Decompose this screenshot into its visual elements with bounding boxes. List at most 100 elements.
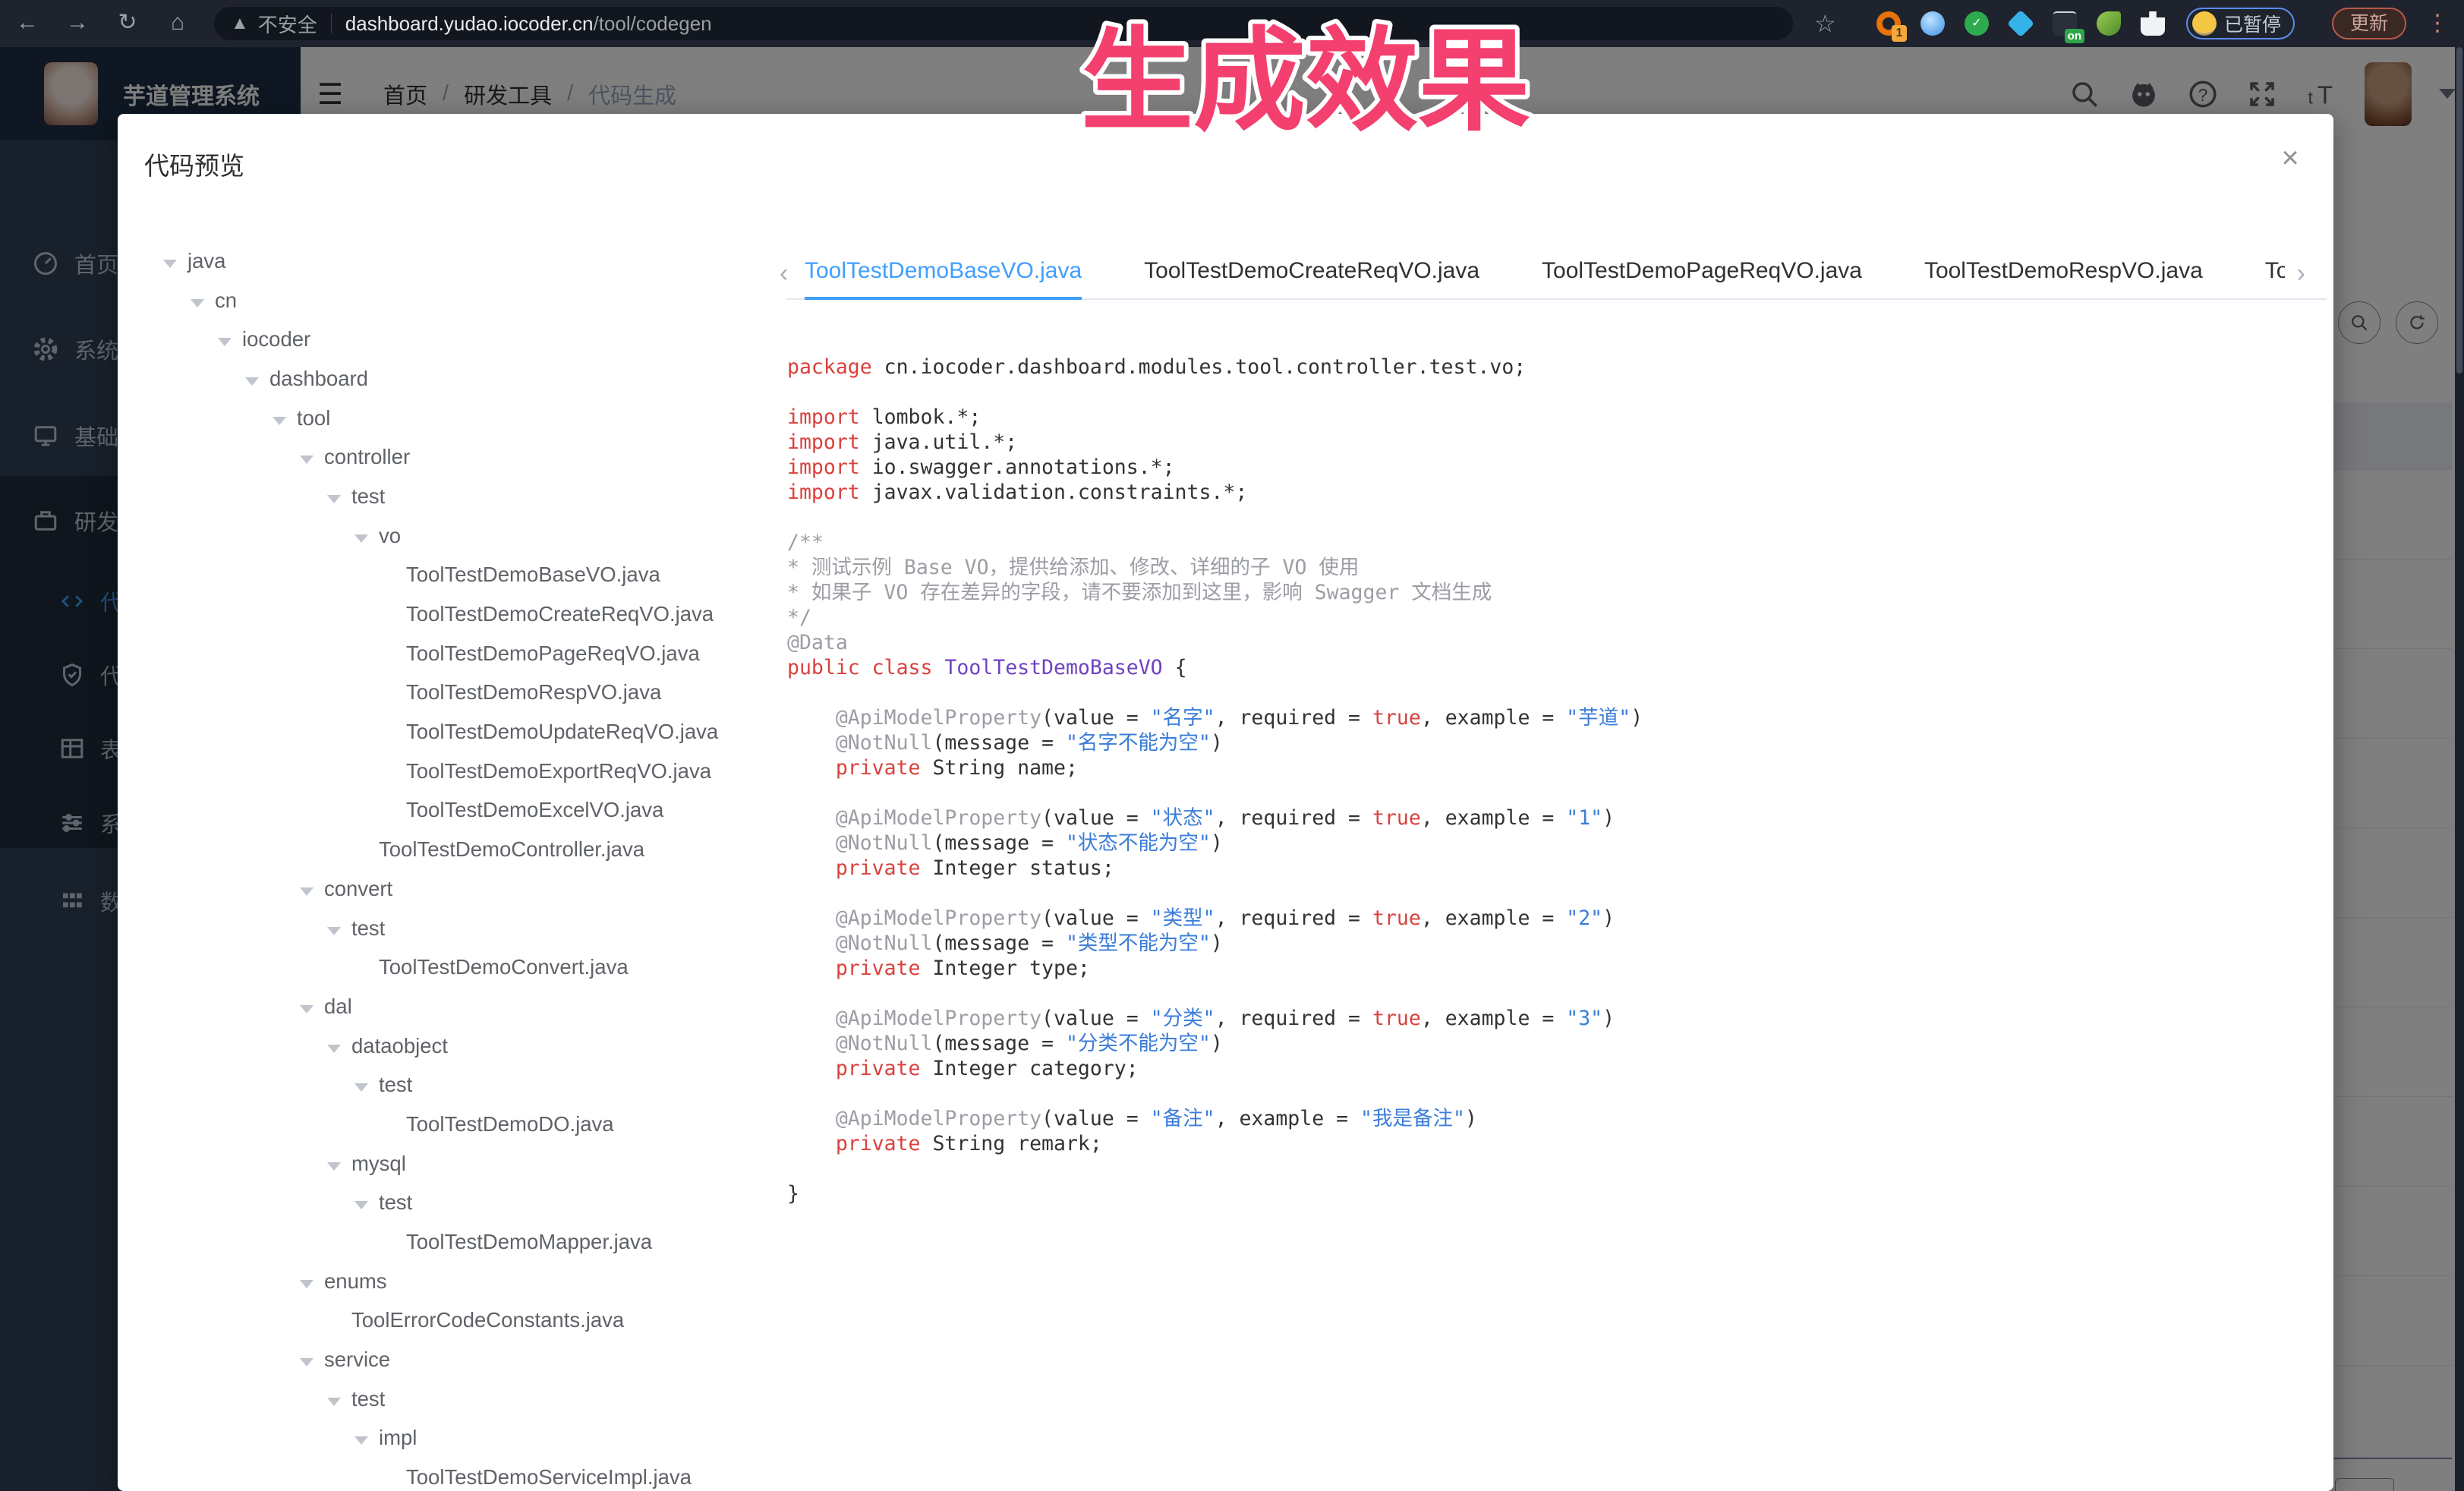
caret-down-icon[interactable]: [300, 1348, 324, 1372]
caret-down-icon[interactable]: [327, 916, 351, 941]
tree-node-ToolTestDemoBaseVO.java[interactable]: ToolTestDemoBaseVO.java: [118, 556, 786, 595]
code-line: import javax.validation.constraints.*;: [787, 480, 2313, 505]
folder-label: test: [351, 1387, 385, 1411]
tree-node-ToolTestDemoRespVO.java[interactable]: ToolTestDemoRespVO.java: [118, 673, 786, 713]
diamond-blue-icon[interactable]: [2006, 8, 2036, 39]
tree-node-test[interactable]: test: [118, 909, 786, 948]
tree-node-ToolTestDemoCreateReqVO.java[interactable]: ToolTestDemoCreateReqVO.java: [118, 594, 786, 634]
page-viewport: 芋道管理系统 ☰ 首页/研发工具/代码生成 ? tT 首页系统基础研发代码生成代…: [0, 47, 2464, 1491]
tabs-scroll-left-icon[interactable]: ‹: [780, 259, 788, 288]
tree-node-ToolTestDemoServiceImpl.java[interactable]: ToolTestDemoServiceImpl.java: [118, 1458, 786, 1491]
folder-label: tool: [297, 406, 330, 430]
caret-down-icon[interactable]: [354, 1190, 379, 1215]
security-label: 不安全: [258, 10, 317, 38]
tree-node-ToolTestDemoConvert.java[interactable]: ToolTestDemoConvert.java: [118, 947, 786, 987]
caret-down-icon[interactable]: [327, 484, 351, 509]
tree-node-dataobject[interactable]: dataobject: [118, 1026, 786, 1066]
folder-label: dashboard: [269, 367, 368, 391]
tree-node-ToolTestDemoMapper.java[interactable]: ToolTestDemoMapper.java: [118, 1222, 786, 1262]
code-line: private String remark;: [787, 1131, 2313, 1156]
tree-node-ToolErrorCodeConstants.java[interactable]: ToolErrorCodeConstants.java: [118, 1301, 786, 1341]
tree-node-test[interactable]: test: [118, 1379, 786, 1419]
caret-down-icon[interactable]: [327, 1034, 351, 1058]
code-line: package cn.iocoder.dashboard.modules.too…: [787, 355, 2313, 380]
caret-down-icon[interactable]: [273, 406, 297, 430]
reload-icon[interactable]: ↻: [111, 6, 144, 39]
tree-node-impl[interactable]: impl: [118, 1419, 786, 1458]
tree-node-vo[interactable]: vo: [118, 516, 786, 556]
code-line: * 测试示例 Base VO，提供给添加、修改、详细的子 VO 使用: [787, 555, 2313, 580]
tree-node-test[interactable]: test: [118, 477, 786, 516]
tab-ToolTe[interactable]: ToolTe: [2265, 251, 2285, 300]
caret-down-icon[interactable]: [300, 1269, 324, 1294]
forward-icon[interactable]: →: [61, 6, 94, 39]
caret-down-icon[interactable]: [163, 249, 187, 273]
file-label: ToolTestDemoConvert.java: [379, 955, 629, 979]
close-icon[interactable]: ×: [2272, 140, 2308, 176]
tree-node-test[interactable]: test: [118, 1184, 786, 1223]
circle-orange-icon[interactable]: 1: [1873, 8, 1904, 39]
back-icon[interactable]: ←: [11, 6, 44, 39]
tree-node-mysql[interactable]: mysql: [118, 1144, 786, 1184]
emoji-face-icon: [2192, 11, 2217, 36]
tree-node-ToolTestDemoUpdateReqVO.java[interactable]: ToolTestDemoUpdateReqVO.java: [118, 712, 786, 752]
tree-node-ToolTestDemoController.java[interactable]: ToolTestDemoController.java: [118, 830, 786, 869]
tree-node-java[interactable]: java: [118, 241, 786, 281]
tabs-scroll-right-icon[interactable]: ›: [2297, 259, 2305, 288]
file-label: ToolTestDemoController.java: [379, 837, 644, 862]
tree-node-iocoder[interactable]: iocoder: [118, 320, 786, 359]
code-line: [787, 981, 2313, 1006]
caret-down-icon[interactable]: [354, 1073, 379, 1097]
tree-node-tool[interactable]: tool: [118, 399, 786, 438]
browser-update-button[interactable]: 更新: [2332, 8, 2406, 39]
tree-node-ToolTestDemoExportReqVO.java[interactable]: ToolTestDemoExportReqVO.java: [118, 752, 786, 791]
caret-down-icon[interactable]: [354, 524, 379, 548]
leaf-green-icon[interactable]: [2094, 8, 2124, 39]
caret-down-icon[interactable]: [327, 1152, 351, 1176]
caret-down-icon[interactable]: [218, 327, 242, 351]
tree-node-controller[interactable]: controller: [118, 437, 786, 477]
extension-badge: 1: [1892, 25, 1907, 42]
code-view[interactable]: package cn.iocoder.dashboard.modules.too…: [787, 355, 2313, 1206]
tab-ToolTestDemoBaseVO.java[interactable]: ToolTestDemoBaseVO.java: [805, 251, 1082, 300]
tree-node-dashboard[interactable]: dashboard: [118, 359, 786, 399]
code-preview-dialog: 代码预览 × javacniocoderdashboardtoolcontrol…: [118, 114, 2333, 1491]
browser-menu-icon[interactable]: ⋮: [2426, 8, 2449, 39]
bookmark-star-icon[interactable]: ☆: [1814, 9, 1836, 38]
folder-label: dal: [324, 995, 352, 1019]
file-label: ToolTestDemoExportReqVO.java: [406, 759, 711, 783]
caret-down-icon[interactable]: [300, 877, 324, 901]
paused-extension-chip[interactable]: 已暂停: [2186, 8, 2295, 39]
tree-node-enums[interactable]: enums: [118, 1262, 786, 1301]
tree-node-convert[interactable]: convert: [118, 869, 786, 909]
puzzle-white-icon[interactable]: [2138, 8, 2168, 39]
drop-blue-icon[interactable]: [1917, 8, 1948, 39]
caret-down-icon[interactable]: [354, 1426, 379, 1450]
tree-node-service[interactable]: service: [118, 1340, 786, 1379]
folder-label: test: [379, 1190, 412, 1215]
list-on-icon[interactable]: on: [2050, 8, 2080, 39]
folder-label: test: [351, 916, 385, 941]
caret-down-icon[interactable]: [327, 1387, 351, 1411]
tree-node-test[interactable]: test: [118, 1065, 786, 1105]
tab-ToolTestDemoRespVO.java[interactable]: ToolTestDemoRespVO.java: [1924, 251, 2203, 300]
tree-node-ToolTestDemoExcelVO.java[interactable]: ToolTestDemoExcelVO.java: [118, 791, 786, 831]
tab-ToolTestDemoCreateReqVO.java[interactable]: ToolTestDemoCreateReqVO.java: [1144, 251, 1479, 300]
folder-label: service: [324, 1348, 390, 1372]
caret-down-icon[interactable]: [300, 995, 324, 1019]
tree-node-ToolTestDemoPageReqVO.java[interactable]: ToolTestDemoPageReqVO.java: [118, 634, 786, 673]
tree-node-dal[interactable]: dal: [118, 987, 786, 1026]
caret-down-icon[interactable]: [191, 288, 215, 313]
code-line: [787, 380, 2313, 405]
tab-ToolTestDemoPageReqVO.java[interactable]: ToolTestDemoPageReqVO.java: [1542, 251, 1862, 300]
caret-down-icon[interactable]: [245, 367, 269, 391]
file-label: ToolTestDemoBaseVO.java: [406, 563, 660, 587]
tree-node-cn[interactable]: cn: [118, 281, 786, 320]
tree-node-ToolTestDemoDO.java[interactable]: ToolTestDemoDO.java: [118, 1105, 786, 1144]
check-green-icon[interactable]: ✓: [1961, 8, 1992, 39]
code-line: }: [787, 1181, 2313, 1206]
caret-down-icon[interactable]: [300, 445, 324, 469]
scrollbar[interactable]: [2455, 47, 2464, 1491]
scrollbar-thumb[interactable]: [2456, 47, 2462, 374]
home-icon[interactable]: ⌂: [161, 6, 194, 39]
